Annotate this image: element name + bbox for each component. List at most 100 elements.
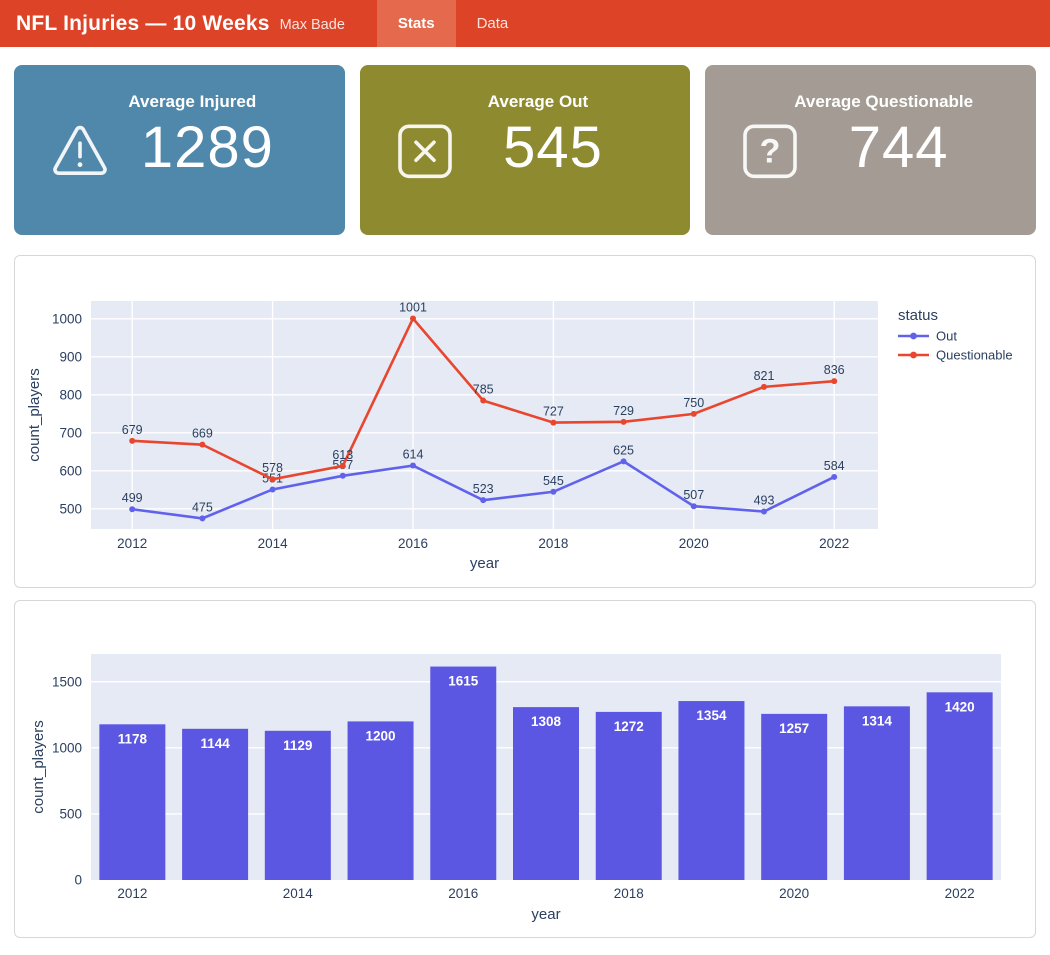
y-tick-label: 600 [59, 463, 82, 478]
data-point [761, 509, 767, 515]
y-tick-label: 500 [59, 806, 82, 821]
x-tick-label: 2016 [398, 536, 428, 551]
data-label: 669 [192, 427, 213, 441]
x-tick-label: 2014 [258, 536, 289, 551]
x-tick-label: 2018 [614, 886, 644, 901]
y-tick-label: 800 [59, 387, 82, 402]
legend-item-out[interactable]: Out [898, 329, 957, 344]
legend-item-questionable[interactable]: Questionable [898, 348, 1013, 363]
app-header: NFL Injuries — 10 Weeks Max Bade Stats D… [0, 0, 1050, 47]
line-chart-card: 5006007008009001000201220142016201820202… [14, 255, 1036, 588]
bar [761, 714, 827, 880]
data-point [410, 315, 416, 321]
data-label: 727 [543, 405, 564, 419]
tab-data[interactable]: Data [456, 0, 530, 47]
data-point [410, 463, 416, 469]
bar-label: 1200 [366, 728, 396, 743]
bar-label: 1615 [448, 674, 479, 689]
data-point [621, 419, 627, 425]
data-label: 499 [122, 491, 143, 505]
data-label: 821 [754, 369, 775, 383]
bar-label: 1314 [862, 713, 893, 728]
y-tick-label: 1000 [52, 311, 82, 326]
y-axis-title: count_players [26, 368, 43, 461]
data-point [550, 420, 556, 426]
data-point [550, 489, 556, 495]
data-label: 545 [543, 474, 564, 488]
bar-chart: 0500100015001178114411291200161513081272… [15, 601, 1035, 937]
bar [99, 724, 165, 880]
bar-label: 1129 [283, 738, 312, 753]
line-chart: 5006007008009001000201220142016201820202… [15, 256, 1035, 587]
card-title: Average Questionable [705, 65, 1036, 112]
data-point [129, 506, 135, 512]
y-tick-label: 500 [59, 501, 82, 516]
stat-cards-row: Average Injured 1289 Average Out 545 ? A… [14, 65, 1036, 235]
bar [513, 707, 579, 880]
question-square-icon: ? [741, 122, 799, 185]
x-tick-label: 2018 [538, 536, 568, 551]
data-point [480, 398, 486, 404]
tab-stats[interactable]: Stats [377, 0, 456, 47]
data-label: 1001 [399, 300, 427, 314]
data-label: 750 [683, 396, 704, 410]
y-tick-label: 1500 [52, 674, 82, 689]
data-point [340, 463, 346, 469]
data-point [621, 458, 627, 464]
bar-label: 1420 [945, 699, 975, 714]
data-label: 493 [754, 494, 775, 508]
svg-text:?: ? [760, 132, 781, 170]
data-point [270, 486, 276, 492]
data-label: 578 [262, 461, 283, 475]
y-axis-title: count_players [30, 720, 47, 813]
data-point [761, 384, 767, 390]
x-tick-label: 2022 [945, 886, 975, 901]
y-tick-label: 700 [59, 425, 82, 440]
data-label: 507 [683, 488, 704, 502]
data-point [831, 474, 837, 480]
x-axis-title: year [470, 555, 499, 572]
data-label: 584 [824, 459, 845, 473]
data-point [129, 438, 135, 444]
x-tick-label: 2014 [283, 886, 314, 901]
bar-label: 1178 [118, 731, 148, 746]
data-label: 523 [473, 482, 494, 496]
data-label: 475 [192, 500, 213, 514]
x-square-icon [396, 122, 454, 185]
data-label: 613 [332, 448, 353, 462]
x-tick-label: 2012 [117, 536, 147, 551]
x-tick-label: 2012 [117, 886, 147, 901]
card-title: Average Out [360, 65, 691, 112]
app-subtitle: Max Bade [280, 17, 345, 33]
bar-chart-card: 0500100015001178114411291200161513081272… [14, 600, 1036, 938]
bar [596, 712, 662, 880]
x-tick-label: 2020 [679, 536, 709, 551]
data-point [691, 411, 697, 417]
bar [430, 667, 496, 880]
data-point [691, 503, 697, 509]
data-label: 785 [473, 383, 494, 397]
bar [182, 729, 248, 880]
data-point [340, 473, 346, 479]
app-title: NFL Injuries — 10 Weeks [16, 12, 270, 36]
data-point [270, 476, 276, 482]
bar-label: 1144 [200, 736, 230, 751]
bar [348, 721, 414, 880]
bar-label: 1272 [614, 719, 644, 734]
bar-label: 1354 [696, 708, 727, 723]
data-point [199, 442, 205, 448]
stat-card-average-injured: Average Injured 1289 [14, 65, 345, 235]
data-label: 836 [824, 363, 845, 377]
x-tick-label: 2020 [779, 886, 809, 901]
bar-label: 1308 [531, 714, 562, 729]
header-brand: NFL Injuries — 10 Weeks Max Bade [0, 0, 345, 47]
data-point [480, 497, 486, 503]
x-tick-label: 2016 [448, 886, 478, 901]
legend-title: status [898, 307, 938, 324]
svg-text:Questionable: Questionable [936, 348, 1013, 363]
tab-bar: Stats Data [377, 0, 529, 47]
data-label: 729 [613, 404, 634, 418]
stat-card-average-questionable: ? Average Questionable 744 [705, 65, 1036, 235]
y-tick-label: 900 [59, 349, 82, 364]
card-title: Average Injured [14, 65, 345, 112]
